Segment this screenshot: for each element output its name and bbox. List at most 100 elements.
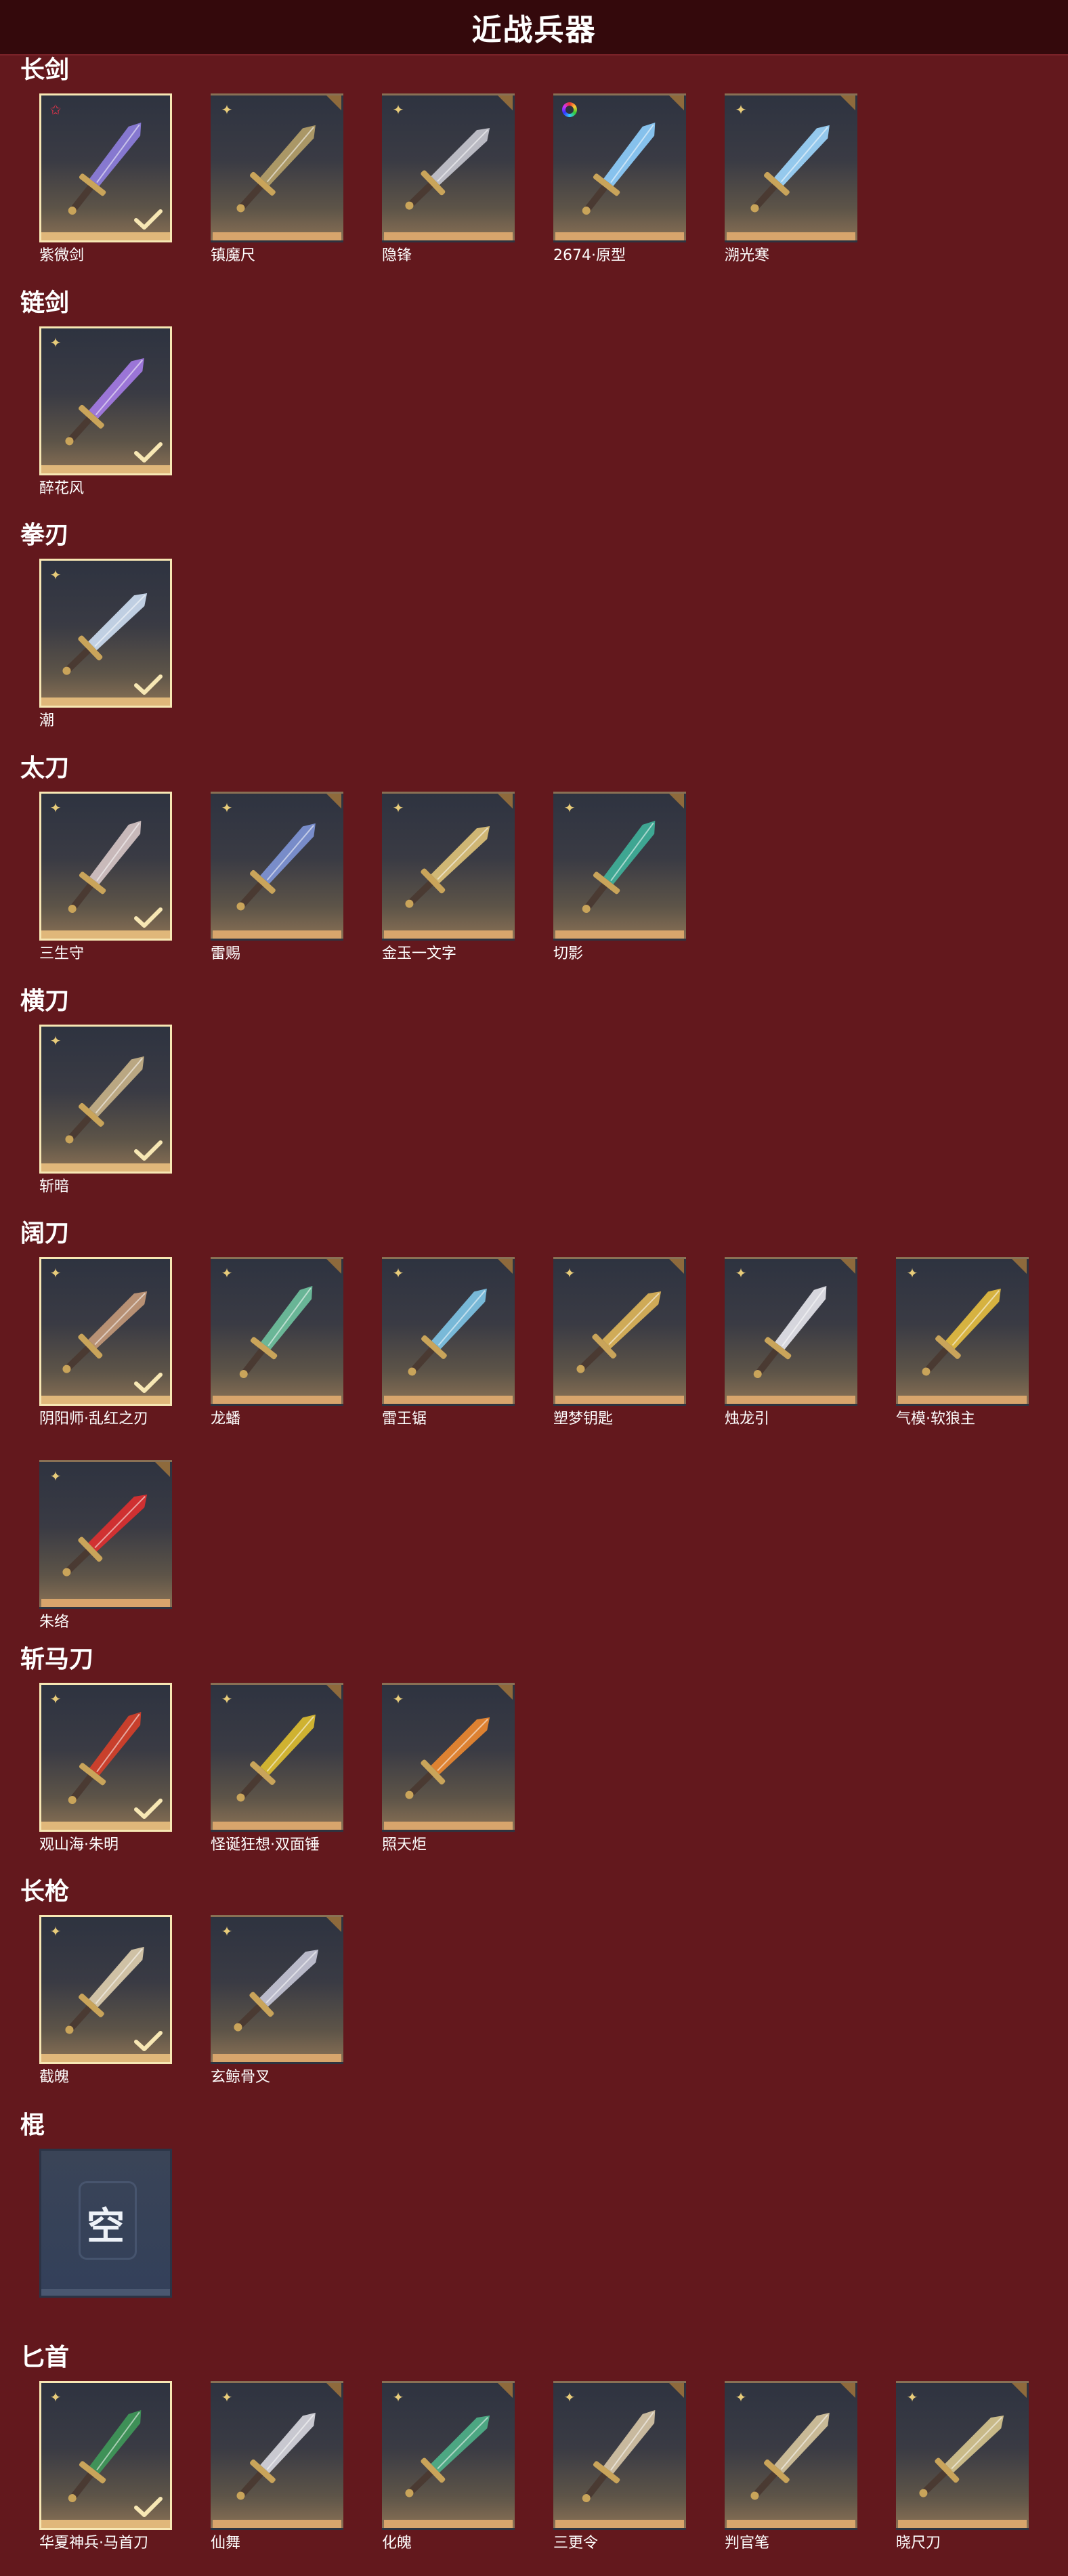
weapon-card[interactable]: ✦ 三更令 — [553, 2381, 686, 2553]
corner-tag-icon — [326, 794, 341, 809]
tile-bar — [727, 2520, 855, 2528]
weapon-tile[interactable]: ✦ — [382, 93, 515, 242]
weapon-card[interactable]: ✦ 切影 — [553, 792, 686, 964]
corner-tag-icon — [326, 1685, 341, 1700]
weapon-tile[interactable]: ✦ — [725, 93, 857, 242]
weapon-tile[interactable]: ✦ — [382, 1257, 515, 1406]
weapon-tile[interactable]: ✦ — [553, 792, 686, 941]
weapon-card[interactable]: ✦ 判官笔 — [725, 2381, 857, 2553]
weapon-card[interactable]: ✦ 晓尺刀 — [896, 2381, 1029, 2553]
tile-bar — [41, 2520, 170, 2528]
corner-tag-icon — [669, 2383, 684, 2398]
weapon-name: 三更令 — [553, 2535, 599, 2552]
weapon-card[interactable]: ✦ 阴阳师·乱红之刃 — [39, 1257, 172, 1429]
weapon-tile[interactable]: ✦ — [382, 1683, 515, 1832]
weapon-name: 雷赐 — [211, 945, 241, 962]
weapon-tile[interactable] — [553, 93, 686, 242]
sparkle-rarity-icon: ✦ — [221, 1691, 233, 1707]
weapon-card[interactable]: ✦ 雷王锯 — [382, 1257, 515, 1429]
weapon-tile[interactable]: ✦ — [39, 1460, 172, 1609]
weapon-card[interactable]: ✦ 三生守 — [39, 792, 172, 964]
weapon-card[interactable]: ✦ 截魄 — [39, 1915, 172, 2087]
weapon-tile[interactable]: ✦ — [211, 1915, 343, 2064]
weapon-image — [750, 2412, 830, 2500]
weapon-tile[interactable]: ✦ — [725, 2381, 857, 2530]
weapon-tile[interactable]: ✦ — [39, 1025, 172, 1174]
sparkle-rarity-icon: ✦ — [49, 1691, 62, 1707]
tile-bar — [727, 232, 855, 240]
weapon-card[interactable]: ✦ 华夏神兵·马首刀 — [39, 2381, 172, 2553]
weapon-image — [405, 1717, 490, 1799]
weapon-card[interactable]: ✦ 照天炬 — [382, 1683, 515, 1855]
weapon-tile[interactable]: ✦ — [39, 559, 172, 708]
sparkle-rarity-icon: ✦ — [392, 1265, 404, 1281]
weapon-card[interactable]: ✦ 镇魔尺 — [211, 93, 343, 265]
weapon-image — [922, 1288, 1001, 1376]
weapon-tile[interactable]: ✦ — [896, 2381, 1029, 2530]
weapon-tile[interactable]: ✦ — [211, 2381, 343, 2530]
corner-tag-icon — [1012, 1259, 1027, 1274]
section-title: 阔刀 — [20, 1220, 70, 1247]
weapon-card[interactable]: ✩ 紫微剑 — [39, 93, 172, 265]
weapon-card[interactable]: ✦ 气模·软狼主 — [896, 1257, 1029, 1429]
empty-label: 空 — [87, 2204, 125, 2249]
corner-tag-icon — [498, 1685, 513, 1700]
page-title: 近战兵器 — [471, 13, 597, 47]
weapon-tile[interactable]: ✦ — [39, 326, 172, 475]
weapon-tile[interactable]: ✦ — [553, 2381, 686, 2530]
weapon-tile[interactable]: ✦ — [211, 792, 343, 941]
corner-tag-icon — [498, 794, 513, 809]
weapon-card[interactable]: 2674·原型 — [553, 93, 686, 265]
weapon-card[interactable]: ✦ 怪诞狂想·双面锤 — [211, 1683, 343, 1855]
tile-bar — [213, 1822, 341, 1830]
weapon-card[interactable]: ✦ 溯光寒 — [725, 93, 857, 265]
weapon-card[interactable]: ✦ 金玉一文字 — [382, 792, 515, 964]
weapon-card[interactable]: ✦ 朱络 — [39, 1460, 172, 1632]
weapon-name: 朱络 — [39, 1614, 70, 1631]
weapon-name: 金玉一文字 — [382, 945, 457, 962]
weapon-card[interactable]: ✦ 玄鲸骨叉 — [211, 1915, 343, 2087]
weapon-name: 切影 — [553, 945, 584, 962]
weapon-tile[interactable]: ✦ — [382, 792, 515, 941]
weapon-tile[interactable]: ✦ — [211, 1683, 343, 1832]
weapon-card[interactable]: ✦ 观山海·朱明 — [39, 1683, 172, 1855]
weapon-tile[interactable]: ✦ — [39, 1683, 172, 1832]
weapon-card[interactable]: ✦ 烛龙引 — [725, 1257, 857, 1429]
weapon-tile[interactable]: ✦ — [553, 1257, 686, 1406]
weapon-name: 三生守 — [39, 945, 85, 962]
weapon-image — [582, 821, 656, 914]
weapon-card[interactable]: ✦ 醉花风 — [39, 326, 172, 498]
sparkle-rarity-icon: ✦ — [49, 1923, 62, 1939]
weapon-image — [236, 1714, 316, 1802]
sparkle-rarity-icon: ✦ — [49, 800, 62, 816]
weapon-tile[interactable]: ✦ — [382, 2381, 515, 2530]
weapon-tile[interactable]: ✦ — [725, 1257, 857, 1406]
weapon-tile[interactable]: ✦ — [39, 1257, 172, 1406]
sparkle-rarity-icon: ✦ — [906, 2389, 918, 2405]
weapon-tile[interactable]: ✦ — [39, 1915, 172, 2064]
weapon-image — [62, 1494, 148, 1576]
weapon-card[interactable]: ✦ 斩暗 — [39, 1025, 172, 1197]
weapon-tile[interactable]: ✩ — [39, 93, 172, 242]
weapon-tile[interactable]: ✦ — [39, 2381, 172, 2530]
equipped-check-icon — [134, 1799, 163, 1819]
weapon-tile[interactable]: ✦ — [39, 792, 172, 941]
weapon-card[interactable]: ✦ 塑梦钥匙 — [553, 1257, 686, 1429]
weapon-image — [919, 2415, 1004, 2497]
tile-bar — [41, 697, 170, 706]
weapon-card[interactable]: ✦ 隐锋 — [382, 93, 515, 265]
weapon-card[interactable]: ✦ 雷赐 — [211, 792, 343, 964]
weapon-card[interactable]: ✦ 化魄 — [382, 2381, 515, 2553]
weapon-card[interactable]: ✦ 潮 — [39, 559, 172, 731]
sparkle-rarity-icon: ✦ — [221, 1923, 233, 1939]
weapon-card[interactable]: ✦ 龙蟠 — [211, 1257, 343, 1429]
weapon-tile[interactable]: ✦ — [211, 1257, 343, 1406]
weapon-name: 化魄 — [382, 2535, 412, 2552]
weapon-tile[interactable]: ✦ — [896, 1257, 1029, 1406]
weapon-image — [750, 125, 830, 213]
corner-tag-icon — [840, 1259, 855, 1274]
weapon-card[interactable]: ✦ 仙舞 — [211, 2381, 343, 2553]
weapon-image — [753, 1286, 827, 1379]
empty-slot[interactable]: 空 — [39, 2149, 172, 2298]
weapon-tile[interactable]: ✦ — [211, 93, 343, 242]
